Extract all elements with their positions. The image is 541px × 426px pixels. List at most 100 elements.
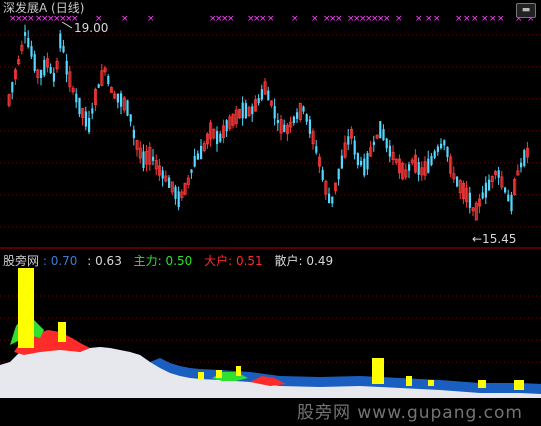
chart-canvas: ×××× ××××××× × × × ×××× ××× × × × ××× ××××××× × × × × × ×… <box>0 14 541 398</box>
candle-body <box>241 102 244 119</box>
candle-body <box>283 124 286 132</box>
candle-body <box>107 76 110 84</box>
candle-body <box>417 161 420 175</box>
candle-body <box>129 114 132 122</box>
candle-body <box>331 196 334 204</box>
candle-body <box>504 187 507 193</box>
candle-body <box>523 150 526 166</box>
signal-marker: × <box>489 14 497 24</box>
candle-body <box>97 84 100 88</box>
candle-body <box>408 164 411 171</box>
indicator-name: 股旁网 <box>3 254 40 268</box>
candle-body <box>216 130 219 145</box>
signal-marker: × <box>415 14 423 24</box>
candle-body <box>251 106 254 115</box>
signal-marker: × <box>497 14 505 24</box>
signal-marker: × <box>463 14 471 24</box>
extreme-bar <box>198 372 204 380</box>
candle-body <box>257 98 260 104</box>
candle-body <box>116 93 119 103</box>
candle-body <box>430 155 433 166</box>
extreme-bar <box>236 366 241 376</box>
indicator-value-2: : 0.63 <box>87 254 122 268</box>
extreme-bar <box>428 380 434 386</box>
candle-body <box>120 93 123 107</box>
signal-marker: × <box>267 14 275 24</box>
retail-value: : 0.49 <box>298 254 334 268</box>
signal-marker: × <box>147 14 155 24</box>
candle-body <box>219 133 222 142</box>
candle-body <box>168 177 171 188</box>
menu-icon[interactable]: ▬ <box>516 3 536 18</box>
candle-body <box>308 119 311 134</box>
big-holder-label: 大户 <box>204 254 229 268</box>
candle-body <box>337 168 340 180</box>
candle-body <box>388 145 391 157</box>
candle-body <box>372 141 375 145</box>
candle-body <box>174 186 177 199</box>
candle-body <box>468 192 471 208</box>
signal-marker: × <box>433 14 441 24</box>
signal-marker: × <box>481 14 489 24</box>
candle-body <box>440 143 443 149</box>
signal-marker: × <box>311 14 319 24</box>
candle-body <box>507 194 510 202</box>
candle-body <box>161 170 164 179</box>
candle-body <box>27 37 30 48</box>
candle-body <box>91 108 94 114</box>
candle-body <box>190 169 193 173</box>
candle-body <box>267 90 270 101</box>
candle-body <box>328 193 331 204</box>
candle-body <box>88 117 91 133</box>
candle-body <box>244 103 247 119</box>
candle-body <box>65 60 68 75</box>
low-price-label: ←15.45 <box>472 232 516 246</box>
extreme-bar <box>514 380 524 390</box>
candlestick-series <box>7 24 530 221</box>
indicator-legend: 股旁网 : 0.70 : 0.63 主力: 0.50 大户: 0.51 散户: … <box>3 253 333 269</box>
main-force-label: 主力 <box>133 254 158 268</box>
candle-body <box>433 151 436 158</box>
candle-body <box>360 160 363 166</box>
candle-body <box>132 129 135 139</box>
candle-body <box>24 32 27 36</box>
candle-body <box>315 146 318 153</box>
high-price-label: 19.00 <box>74 21 108 35</box>
candle-body <box>379 121 382 139</box>
indicator-value-1: : 0.70 <box>42 254 78 268</box>
signal-marker: × <box>395 14 403 24</box>
candle-body <box>43 59 46 76</box>
candle-body <box>152 156 155 161</box>
extreme-bar <box>18 268 34 348</box>
candle-body <box>436 146 439 152</box>
big-holder-value: : 0.51 <box>228 254 263 268</box>
candle-body <box>456 176 459 187</box>
candle-body <box>75 93 78 103</box>
candle-body <box>302 106 305 112</box>
grid-lines <box>0 34 541 385</box>
extreme-bar <box>406 376 412 386</box>
candle-body <box>225 120 228 132</box>
candle-body <box>196 153 199 160</box>
candle-body <box>126 100 129 116</box>
candle-body <box>366 152 369 170</box>
candle-body <box>305 114 308 122</box>
candle-body <box>340 155 343 169</box>
candle-body <box>363 158 366 176</box>
candle-body <box>193 155 196 167</box>
candle-body <box>84 111 87 127</box>
candle-body <box>200 145 203 160</box>
candle-body <box>484 182 487 198</box>
candle-body <box>446 146 449 157</box>
candle-body <box>30 46 33 57</box>
candle-body <box>510 194 513 212</box>
candle-body <box>356 153 359 165</box>
signal-marker: × <box>121 14 129 24</box>
signal-marker: × <box>291 14 299 24</box>
candle-body <box>353 140 356 155</box>
signal-marker: × <box>471 14 479 24</box>
candle-body <box>321 170 324 180</box>
candle-body <box>488 179 491 191</box>
main-force-value: : 0.50 <box>157 254 193 268</box>
watermark: 股旁网 www.gupang.com <box>296 403 523 423</box>
